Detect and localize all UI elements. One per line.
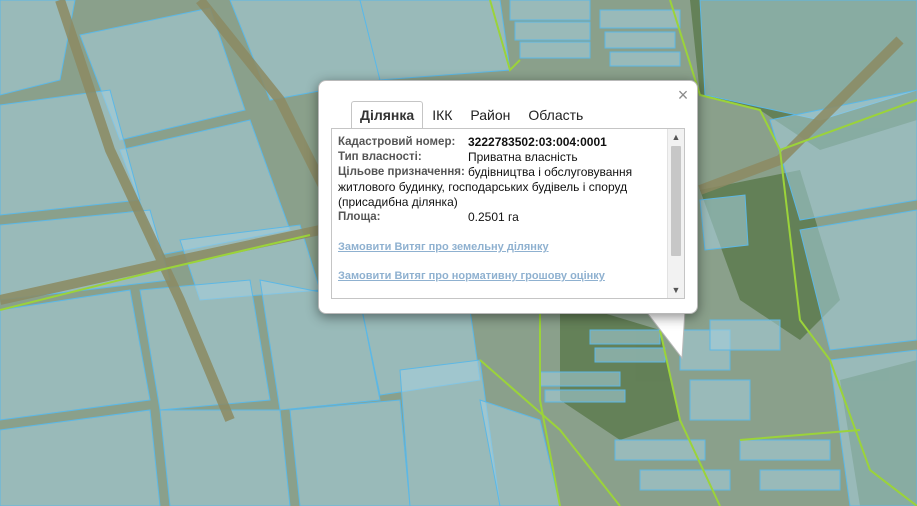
- parcel-info-popup: × Ділянка ІКК Район Область Кадастровий …: [318, 80, 698, 314]
- order-valuation-extract-link[interactable]: Замовити Витяг про нормативну грошову оц…: [338, 269, 660, 284]
- purpose-label: Цільове призначення:: [338, 166, 465, 178]
- cadastral-number-value: 3222783502:03:004:0001: [468, 135, 607, 149]
- order-parcel-extract-link[interactable]: Замовити Витяг про земельну ділянку: [338, 240, 660, 255]
- scroll-down-icon[interactable]: ▼: [668, 282, 684, 298]
- area-label: Площа:: [338, 211, 381, 223]
- close-icon[interactable]: ×: [676, 86, 690, 104]
- ownership-row: Тип власності: Приватна власність: [338, 150, 660, 165]
- popup-pointer: [644, 310, 686, 360]
- popup-tabs: Ділянка ІКК Район Область: [351, 101, 592, 129]
- details-scrollbar[interactable]: ▲ ▼: [667, 129, 684, 298]
- tab-region[interactable]: Область: [519, 101, 592, 129]
- area-value: 0.2501 га: [468, 210, 519, 224]
- cadastral-number-row: Кадастровий номер: 3222783502:03:004:000…: [338, 135, 660, 150]
- cadastral-number-label: Кадастровий номер:: [338, 136, 456, 148]
- parcel-details-panel: Кадастровий номер: 3222783502:03:004:000…: [331, 128, 685, 299]
- tab-district[interactable]: Район: [461, 101, 519, 129]
- parcel-info: Кадастровий номер: 3222783502:03:004:000…: [338, 135, 660, 284]
- scroll-thumb[interactable]: [671, 146, 681, 256]
- ownership-label: Тип власності:: [338, 151, 422, 163]
- area-row: Площа: 0.2501 га: [338, 210, 660, 225]
- purpose-value-continued: житлового будинку, господарських будівел…: [338, 180, 628, 209]
- tab-parcel[interactable]: Ділянка: [351, 101, 424, 129]
- scroll-up-icon[interactable]: ▲: [668, 129, 684, 145]
- tab-ikk[interactable]: ІКК: [423, 101, 461, 129]
- purpose-row: Цільове призначення: будівництва і обслу…: [338, 165, 660, 180]
- purpose-value-line1: будівництва і обслуговування: [468, 165, 633, 179]
- ownership-value: Приватна власність: [468, 150, 578, 164]
